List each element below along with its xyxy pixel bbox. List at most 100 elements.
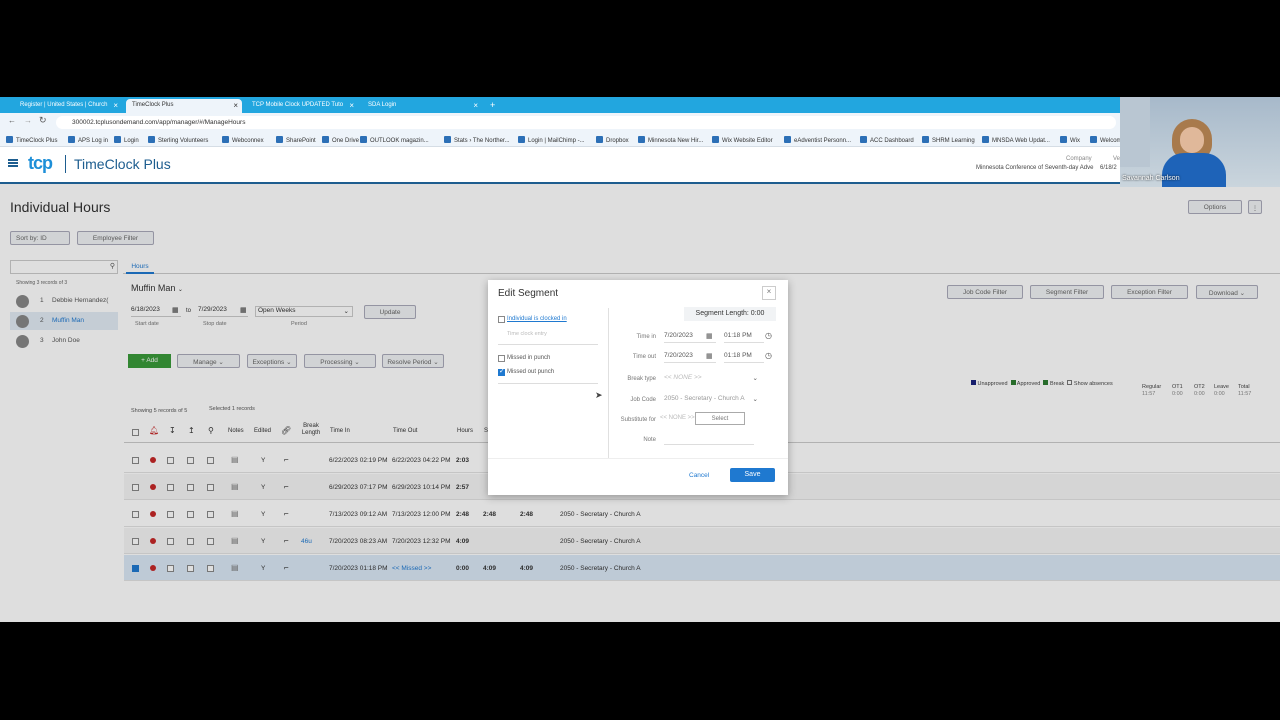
time-out-label: Time out [632,354,656,360]
bookmark-label: SHRM Learning [932,138,975,144]
browser-tab-active[interactable]: TimeClock Plus × [126,99,242,113]
back-icon[interactable]: ← [8,116,16,125]
bookmark-item[interactable]: Webconnex [222,136,264,144]
browser-tab[interactable]: TCP Mobile Clock UPDATED Tuto × [246,99,358,113]
time-out-time-input[interactable]: 01:18 PM [724,352,764,363]
edit-segment-dialog: Edit Segment × Segment Length: 0:00 Indi… [488,280,788,495]
substitute-value: << NONE >> [660,415,695,421]
bookmark-item[interactable]: MNSDA Web Updat... [982,136,1050,144]
bookmark-item[interactable]: eAdventist Personn... [784,136,851,144]
bookmark-icon [1060,136,1067,143]
bookmark-icon [982,136,989,143]
missed-in-label: Missed in punch [507,355,551,361]
bookmark-item[interactable]: One Drive [322,136,359,144]
bookmark-label: Wix Website Editor [722,138,773,144]
bookmark-label: One Drive [332,138,360,144]
url-input[interactable]: 300002.tcplusondemand.com/app/manager/#/… [56,116,1116,129]
bookmark-label: Stats › The Norther... [454,138,510,144]
bookmark-item[interactable]: ACC Dashboard [860,136,914,144]
footer-divider [488,458,788,459]
bookmark-item[interactable]: APS Log in [68,136,108,144]
bookmark-item[interactable]: Login [114,136,139,144]
bookmark-item[interactable]: Minnesota New Hir... [638,136,703,144]
bookmark-label: Sterling Volunteers [158,138,209,144]
bookmark-item[interactable]: Stats › The Norther... [444,136,510,144]
browser-tab[interactable]: Register | United States | Church × [14,99,122,113]
bookmark-label: Wix [1070,138,1080,144]
screen: Register | United States | Church × TimeC… [0,97,1280,622]
note-input[interactable] [664,434,754,445]
segment-length: Segment Length: 0:00 [684,307,776,321]
webcam-shelf [1120,97,1150,167]
webcam-person-face [1180,127,1204,153]
cancel-button[interactable]: Cancel [689,472,709,479]
calendar-icon[interactable]: ▦ [706,332,713,340]
bookmark-icon [1090,136,1097,143]
browser-tab[interactable]: SDA Login × [362,99,482,113]
dialog-title: Edit Segment [498,288,559,299]
company-name: Minnesota Conference of Seventh-day Adve [976,165,1094,171]
break-type-label: Break type [627,376,656,382]
bookmark-item[interactable]: Wix [1060,136,1080,144]
new-tab-button[interactable]: + [484,99,500,113]
bookmark-item[interactable]: OUTLOOK magazin... [360,136,429,144]
bookmark-item[interactable]: SHRM Learning [922,136,975,144]
close-icon[interactable]: × [473,101,478,110]
bookmark-label: TimeClock Plus [16,138,58,144]
bookmark-icon [222,136,229,143]
clock-icon[interactable]: ◷ [765,331,772,340]
dialog-divider [608,308,609,458]
time-clock-entry: Time clock entry [507,331,547,337]
bookmark-icon [860,136,867,143]
time-in-label: Time in [636,334,656,340]
bookmark-icon [360,136,367,143]
bookmark-item[interactable]: Dropbox [596,136,629,144]
time-in-time-input[interactable]: 01:18 PM [724,332,764,343]
tab-label: Register | United States | Church [20,102,108,108]
tab-label: TCP Mobile Clock UPDATED Tuto [252,102,344,108]
close-icon[interactable]: × [762,286,776,300]
address-bar: ← → ↻ 300002.tcplusondemand.com/app/mana… [0,113,1280,131]
reload-icon[interactable]: ↻ [39,115,47,126]
bookmark-label: Minnesota New Hir... [648,138,704,144]
bookmark-item[interactable]: Welcom [1090,136,1122,144]
calendar-icon[interactable]: ▦ [706,352,713,360]
job-code-value: 2050 - Secretary - Church A [664,395,745,402]
header-date: 6/18/2 [1100,165,1117,171]
menu-icon[interactable] [8,159,18,167]
save-button[interactable]: Save [730,468,775,482]
webcam-overlay: Savannah Carlson [1120,97,1280,187]
bookmark-item[interactable]: Login | MailChimp -... [518,136,585,144]
close-icon[interactable]: × [349,101,354,110]
browser-tab-bar: Register | United States | Church × TimeC… [0,97,1280,113]
close-icon[interactable]: × [233,101,238,110]
break-type-select[interactable]: << NONE >> ⌄ [664,374,760,385]
clocked-in-checkbox[interactable] [498,316,505,323]
time-in-date: 7/20/2023 [664,332,693,339]
left-divider [498,344,598,345]
job-code-select[interactable]: 2050 - Secretary - Church A ⌄ [664,395,760,406]
bookmark-icon [638,136,645,143]
brand-name: TimeClock Plus [74,156,171,172]
bookmark-label: Dropbox [606,138,629,144]
missed-in-checkbox[interactable] [498,355,505,362]
bookmark-label: APS Log in [78,138,109,144]
bookmark-label: Webconnex [232,138,264,144]
time-out-time: 01:18 PM [724,352,752,359]
close-icon[interactable]: × [113,101,118,110]
bookmark-item[interactable]: SharePoint [276,136,316,144]
clock-icon[interactable]: ◷ [765,351,772,360]
clocked-in-label[interactable]: Individual is clocked in [507,316,567,322]
bookmark-label: Login [124,138,139,144]
bookmark-label: ACC Dashboard [870,138,914,144]
forward-icon[interactable]: → [24,116,32,125]
webcam-name: Savannah Carlson [1122,175,1180,182]
missed-out-checkbox[interactable]: ✓ [498,368,505,376]
bookmark-item[interactable]: Wix Website Editor [712,136,773,144]
select-button[interactable]: Select [695,412,745,425]
bookmark-item[interactable]: TimeClock Plus [6,136,57,144]
bookmark-icon [444,136,451,143]
chevron-down-icon: ⌄ [752,375,758,382]
bookmarks-bar: TimeClock Plus APS Log in Login Sterling Vo… [0,131,1280,147]
bookmark-item[interactable]: Sterling Volunteers [148,136,208,144]
